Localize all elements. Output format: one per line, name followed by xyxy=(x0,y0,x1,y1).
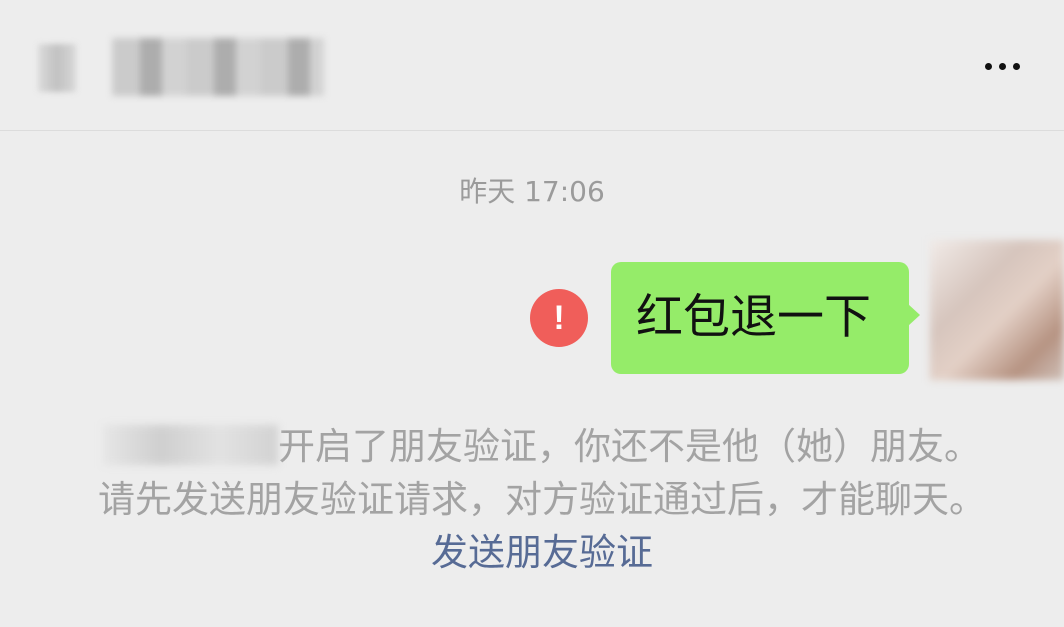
back-button[interactable] xyxy=(38,44,76,92)
more-dots-icon xyxy=(1012,62,1020,70)
avatar[interactable] xyxy=(930,240,1064,380)
system-notice: 开启了朋友验证，你还不是他（她）朋友。请先发送朋友验证请求，对方验证通过后，才能… xyxy=(92,420,992,579)
message-text: 红包退一下 xyxy=(636,290,871,345)
more-dots-icon xyxy=(984,62,992,70)
more-dots-icon xyxy=(998,62,1006,70)
send-verification-link[interactable]: 发送朋友验证 xyxy=(431,531,653,574)
contact-name xyxy=(103,425,278,465)
more-button[interactable] xyxy=(972,48,1032,84)
send-failed-icon[interactable]: ! xyxy=(530,289,588,347)
message-timestamp: 昨天 17:06 xyxy=(459,175,605,208)
message-bubble[interactable]: 红包退一下 xyxy=(611,262,920,374)
chat-header xyxy=(0,0,1064,131)
chat-title xyxy=(112,38,324,96)
